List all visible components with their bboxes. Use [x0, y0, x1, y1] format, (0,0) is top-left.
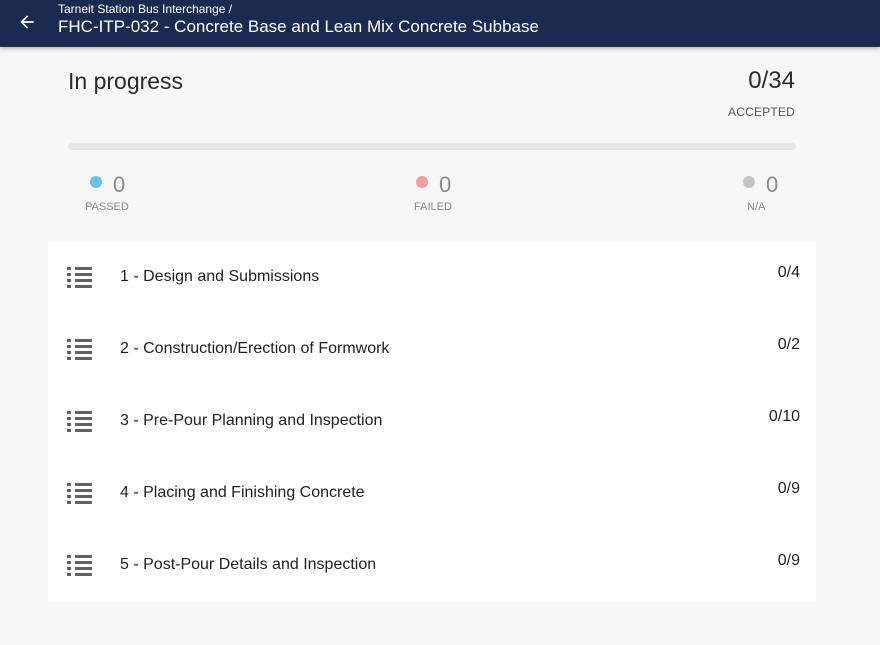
list-icon	[67, 267, 92, 288]
section-count: 0/9	[777, 480, 800, 497]
status-title: In progress	[68, 68, 184, 94]
progress-bar	[68, 143, 796, 150]
list-icon	[67, 483, 92, 504]
na-value: 0	[766, 172, 779, 197]
page-title: FHC-ITP-032 - Concrete Base and Lean Mix…	[58, 17, 539, 36]
accepted-count: 0/34	[748, 67, 795, 94]
back-button[interactable]	[12, 7, 42, 37]
section-label: 5 - Post-Pour Details and Inspection	[120, 556, 377, 573]
section-label: 4 - Placing and Finishing Concrete	[120, 484, 365, 501]
section-label: 2 - Construction/Erection of Formwork	[120, 340, 390, 357]
section-count: 0/4	[777, 264, 800, 281]
list-icon	[67, 411, 92, 432]
section-item[interactable]: 4 - Placing and Finishing Concrete 0/9	[48, 458, 816, 530]
section-count: 0/2	[777, 336, 800, 353]
failed-value: 0	[439, 172, 452, 197]
failed-label: FAILED	[414, 201, 452, 213]
section-item[interactable]: 2 - Construction/Erection of Formwork 0/…	[48, 314, 816, 386]
section-count: 0/10	[768, 408, 800, 425]
section-label: 3 - Pre-Pour Planning and Inspection	[120, 412, 383, 429]
breadcrumb[interactable]: Tarneit Station Bus Interchange /	[58, 2, 232, 16]
list-icon	[67, 339, 92, 360]
section-list: 1 - Design and Submissions 0/4 2 - Const…	[48, 242, 816, 602]
na-label: N/A	[747, 201, 766, 213]
na-dot-icon	[743, 176, 755, 188]
section-item[interactable]: 1 - Design and Submissions 0/4	[48, 242, 816, 314]
section-item[interactable]: 5 - Post-Pour Details and Inspection 0/9	[48, 530, 816, 602]
arrow-left-icon	[20, 15, 34, 29]
passed-dot-icon	[90, 176, 102, 188]
app-bar: Tarneit Station Bus Interchange / FHC-IT…	[0, 0, 880, 47]
section-item[interactable]: 3 - Pre-Pour Planning and Inspection 0/1…	[48, 386, 816, 458]
failed-dot-icon	[416, 176, 428, 188]
section-label: 1 - Design and Submissions	[120, 268, 320, 285]
passed-label: PASSED	[85, 201, 129, 213]
accepted-label: ACCEPTED	[728, 105, 795, 119]
section-count: 0/9	[777, 552, 800, 569]
list-icon	[67, 555, 92, 576]
passed-value: 0	[113, 172, 126, 197]
